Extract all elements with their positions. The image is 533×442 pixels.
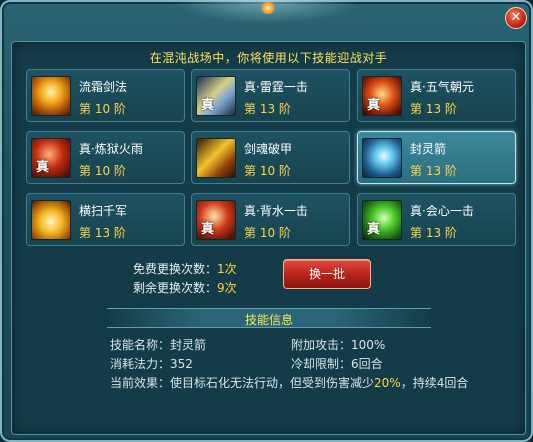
five-qi-icon: 真 bbox=[362, 76, 402, 116]
thunder-strike-icon: 真 bbox=[196, 76, 236, 116]
skill-level: 第 10 阶 bbox=[79, 102, 126, 116]
skill-level: 第 13 阶 bbox=[410, 164, 457, 178]
seal-arrow-icon bbox=[362, 138, 402, 178]
effect-highlight: 20% bbox=[374, 376, 401, 390]
skill-level: 第 13 阶 bbox=[244, 102, 291, 116]
swap-counts: 免费更换次数：1次 剩余更换次数：9次 bbox=[133, 260, 237, 298]
skill-window: ✕ 在混沌战场中，你将使用以下技能迎战对手 流霜剑法 第 10 阶 真 真·雷霆… bbox=[0, 0, 533, 442]
skill-name-info: 技能名称：封灵箭 bbox=[110, 338, 207, 352]
free-swap-label: 免费更换次数： bbox=[133, 262, 218, 276]
skill-level: 第 13 阶 bbox=[410, 226, 457, 240]
top-gem-icon bbox=[260, 2, 276, 14]
info-row: 消耗法力：352 冷却限制：6回合 bbox=[110, 355, 480, 374]
skill-name: 真·五气朝元 bbox=[410, 80, 474, 94]
skill-card-selected[interactable]: 封灵箭 第 13 阶 bbox=[357, 131, 516, 184]
skill-name: 横扫千军 bbox=[79, 204, 128, 218]
effect-prefix: 当前效果：使目标石化无法行动，但受到伤害减少 bbox=[110, 376, 375, 390]
skill-level: 第 10 阶 bbox=[79, 164, 126, 178]
skill-name: 真·会心一击 bbox=[410, 204, 474, 218]
skill-card[interactable]: 真 真·背水一击 第 10 阶 bbox=[191, 193, 350, 246]
free-swap-row: 免费更换次数：1次 bbox=[133, 260, 237, 279]
bonus-attack-info: 附加攻击：100% bbox=[291, 338, 386, 352]
sword-flame-icon bbox=[31, 76, 71, 116]
skill-name: 剑魂破甲 bbox=[244, 142, 293, 156]
remaining-swap-row: 剩余更换次数：9次 bbox=[133, 279, 237, 298]
skill-card[interactable]: 真 真·会心一击 第 13 阶 bbox=[357, 193, 516, 246]
close-button[interactable]: ✕ bbox=[505, 7, 527, 29]
info-title: 技能信息 bbox=[244, 313, 293, 327]
skill-name: 流霜剑法 bbox=[79, 80, 128, 94]
skill-name: 真·炼狱火雨 bbox=[79, 142, 143, 156]
refresh-button[interactable]: 换一批 bbox=[283, 259, 371, 289]
skill-card[interactable]: 真 真·炼狱火雨 第 10 阶 bbox=[26, 131, 185, 184]
skill-card[interactable]: 流霜剑法 第 10 阶 bbox=[26, 69, 185, 122]
skill-card[interactable]: 真 真·雷霆一击 第 13 阶 bbox=[191, 69, 350, 122]
armor-break-icon bbox=[196, 138, 236, 178]
skill-card[interactable]: 真 真·五气朝元 第 13 阶 bbox=[357, 69, 516, 122]
info-header: 技能信息 bbox=[107, 308, 431, 328]
info-row: 技能名称：封灵箭 附加攻击：100% bbox=[110, 336, 480, 355]
effect-info: 当前效果：使目标石化无法行动，但受到伤害减少20%，持续4回合 bbox=[110, 374, 480, 393]
back-water-icon: 真 bbox=[196, 200, 236, 240]
skill-card[interactable]: 横扫千军 第 13 阶 bbox=[26, 193, 185, 246]
cooldown-info: 冷却限制：6回合 bbox=[291, 357, 383, 371]
free-swap-value: 1次 bbox=[217, 262, 237, 276]
mana-cost-info: 消耗法力：352 bbox=[110, 357, 193, 371]
skill-level: 第 13 阶 bbox=[410, 102, 457, 116]
skill-grid: 流霜剑法 第 10 阶 真 真·雷霆一击 第 13 阶 真 真·五气朝元 第 1… bbox=[26, 69, 516, 249]
skill-name: 封灵箭 bbox=[410, 142, 447, 156]
critical-strike-icon: 真 bbox=[362, 200, 402, 240]
skill-level: 第 13 阶 bbox=[79, 226, 126, 240]
effect-suffix: ，持续4回合 bbox=[400, 376, 469, 390]
skill-info: 技能名称：封灵箭 附加攻击：100% 消耗法力：352 冷却限制：6回合 当前效… bbox=[110, 336, 480, 393]
skill-level: 第 10 阶 bbox=[244, 226, 291, 240]
skill-level: 第 10 阶 bbox=[244, 164, 291, 178]
fire-rain-icon: 真 bbox=[31, 138, 71, 178]
main-panel: 在混沌战场中，你将使用以下技能迎战对手 流霜剑法 第 10 阶 真 真·雷霆一击… bbox=[11, 41, 526, 435]
battle-prompt: 在混沌战场中，你将使用以下技能迎战对手 bbox=[149, 51, 388, 65]
remaining-swap-value: 9次 bbox=[217, 281, 237, 295]
skill-card[interactable]: 剑魂破甲 第 10 阶 bbox=[191, 131, 350, 184]
skill-name: 真·雷霆一击 bbox=[244, 80, 308, 94]
remaining-swap-label: 剩余更换次数： bbox=[133, 281, 218, 295]
skill-name: 真·背水一击 bbox=[244, 204, 308, 218]
sweep-army-icon bbox=[31, 200, 71, 240]
